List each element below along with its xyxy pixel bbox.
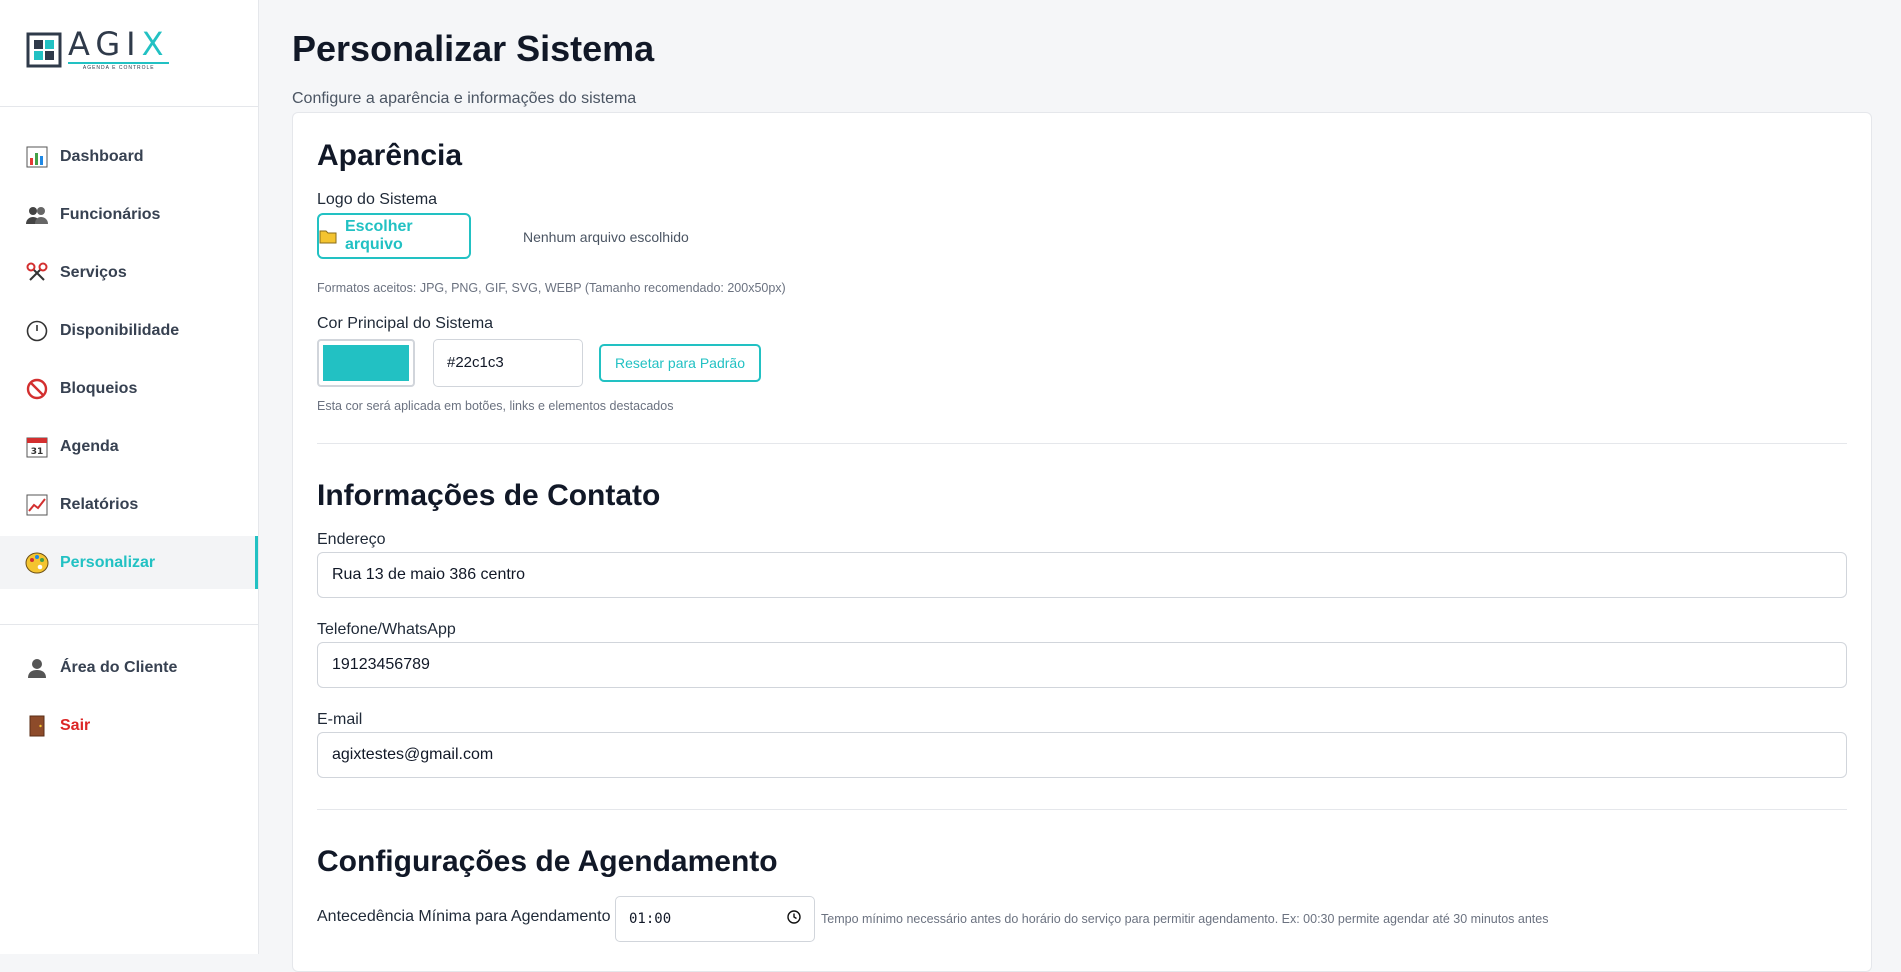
- door-icon: [25, 714, 49, 738]
- sidebar-item-label: Bloqueios: [60, 379, 138, 397]
- formats-hint: Formatos aceitos: JPG, PNG, GIF, SVG, WE…: [317, 281, 786, 295]
- color-label: Cor Principal do Sistema: [317, 315, 494, 332]
- contact-section-title: Informações de Contato: [317, 479, 661, 512]
- logo-area: AGIX AGENDA E CONTROLE: [0, 0, 258, 107]
- logo-mark-icon: [26, 32, 62, 67]
- sidebar-item-agenda[interactable]: 31 Agenda: [0, 420, 258, 473]
- page-subtitle: Configure a aparência e informações do s…: [292, 90, 637, 107]
- folder-icon: [319, 228, 337, 244]
- sidebar-item-label: Funcionários: [60, 205, 161, 223]
- sidebar-item-servicos[interactable]: Serviços: [0, 246, 258, 299]
- settings-card: Aparência Logo do Sistema Escolher arqui…: [292, 112, 1872, 972]
- sidebar-item-label: Serviços: [60, 263, 127, 281]
- choose-file-button[interactable]: Escolher arquivo: [317, 213, 471, 259]
- address-input[interactable]: Rua 13 de maio 386 centro: [317, 552, 1847, 598]
- brand-tagline: AGENDA E CONTROLE: [68, 62, 170, 71]
- brand-name: AGIX: [68, 25, 170, 63]
- users-icon: [25, 203, 49, 227]
- logo-label: Logo do Sistema: [317, 191, 438, 208]
- section-divider: [317, 443, 1847, 444]
- client-icon: [25, 656, 49, 680]
- prohibited-icon: [25, 377, 49, 401]
- sidebar-item-area-cliente[interactable]: Área do Cliente: [0, 641, 258, 694]
- sidebar-item-personalizar[interactable]: Personalizar: [0, 536, 258, 589]
- calendar-icon: 31: [25, 435, 49, 459]
- sidebar-item-label: Disponibilidade: [60, 321, 180, 339]
- email-label: E-mail: [317, 711, 363, 728]
- palette-icon: [25, 551, 49, 575]
- sidebar-item-bloqueios[interactable]: Bloqueios: [0, 362, 258, 415]
- scheduling-section-title: Configurações de Agendamento: [317, 845, 778, 878]
- line-chart-icon: [25, 493, 49, 517]
- page-title: Personalizar Sistema: [292, 28, 655, 69]
- sidebar-nav: Dashboard Funcionários Serviços Disponib…: [0, 130, 258, 594]
- logo-text: AGIX AGENDA E CONTROLE: [68, 25, 170, 71]
- bar-chart-icon: [25, 145, 49, 169]
- advance-label: Antecedência Mínima para Agendamento: [317, 908, 611, 925]
- sidebar-item-funcionarios[interactable]: Funcionários: [0, 188, 258, 241]
- advance-time-value: 01:00: [629, 911, 672, 927]
- file-status: Nenhum arquivo escolhido: [523, 229, 689, 245]
- sidebar-item-sair[interactable]: Sair: [0, 699, 258, 752]
- sidebar-divider: [0, 624, 258, 625]
- sidebar-item-label: Agenda: [60, 437, 119, 455]
- phone-input[interactable]: 19123456789: [317, 642, 1847, 688]
- address-label: Endereço: [317, 531, 386, 548]
- sidebar: AGIX AGENDA E CONTROLE Dashboard Funcion…: [0, 0, 259, 954]
- sidebar-bottom-nav: Área do Cliente Sair: [0, 641, 258, 757]
- color-hint: Esta cor será aplicada em botões, links …: [317, 399, 674, 413]
- sidebar-item-disponibilidade[interactable]: Disponibilidade: [0, 304, 258, 357]
- sidebar-item-label: Sair: [60, 716, 91, 734]
- advance-hint: Tempo mínimo necessário antes do horário…: [821, 912, 1549, 926]
- reset-color-button[interactable]: Resetar para Padrão: [599, 344, 761, 382]
- scissors-icon: [25, 261, 49, 285]
- color-hex-input[interactable]: #22c1c3: [433, 339, 583, 387]
- sidebar-item-label: Dashboard: [60, 147, 144, 165]
- email-input[interactable]: agixtestes@gmail.com: [317, 732, 1847, 778]
- color-picker[interactable]: [317, 339, 415, 387]
- phone-label: Telefone/WhatsApp: [317, 621, 456, 638]
- sidebar-item-relatorios[interactable]: Relatórios: [0, 478, 258, 531]
- choose-file-label: Escolher arquivo: [345, 218, 413, 253]
- sidebar-item-label: Área do Cliente: [60, 658, 178, 676]
- sidebar-item-dashboard[interactable]: Dashboard: [0, 130, 258, 183]
- color-swatch: [323, 345, 409, 381]
- brand-logo[interactable]: AGIX AGENDA E CONTROLE: [26, 25, 170, 71]
- clock-icon: [25, 319, 49, 343]
- sidebar-item-label: Relatórios: [60, 495, 139, 513]
- appearance-section-title: Aparência: [317, 139, 463, 172]
- svg-text:31: 31: [31, 447, 44, 457]
- section-divider: [317, 809, 1847, 810]
- sidebar-item-label: Personalizar: [60, 553, 156, 571]
- advance-time-input[interactable]: 01:00: [615, 896, 815, 942]
- clock-icon[interactable]: [787, 910, 801, 928]
